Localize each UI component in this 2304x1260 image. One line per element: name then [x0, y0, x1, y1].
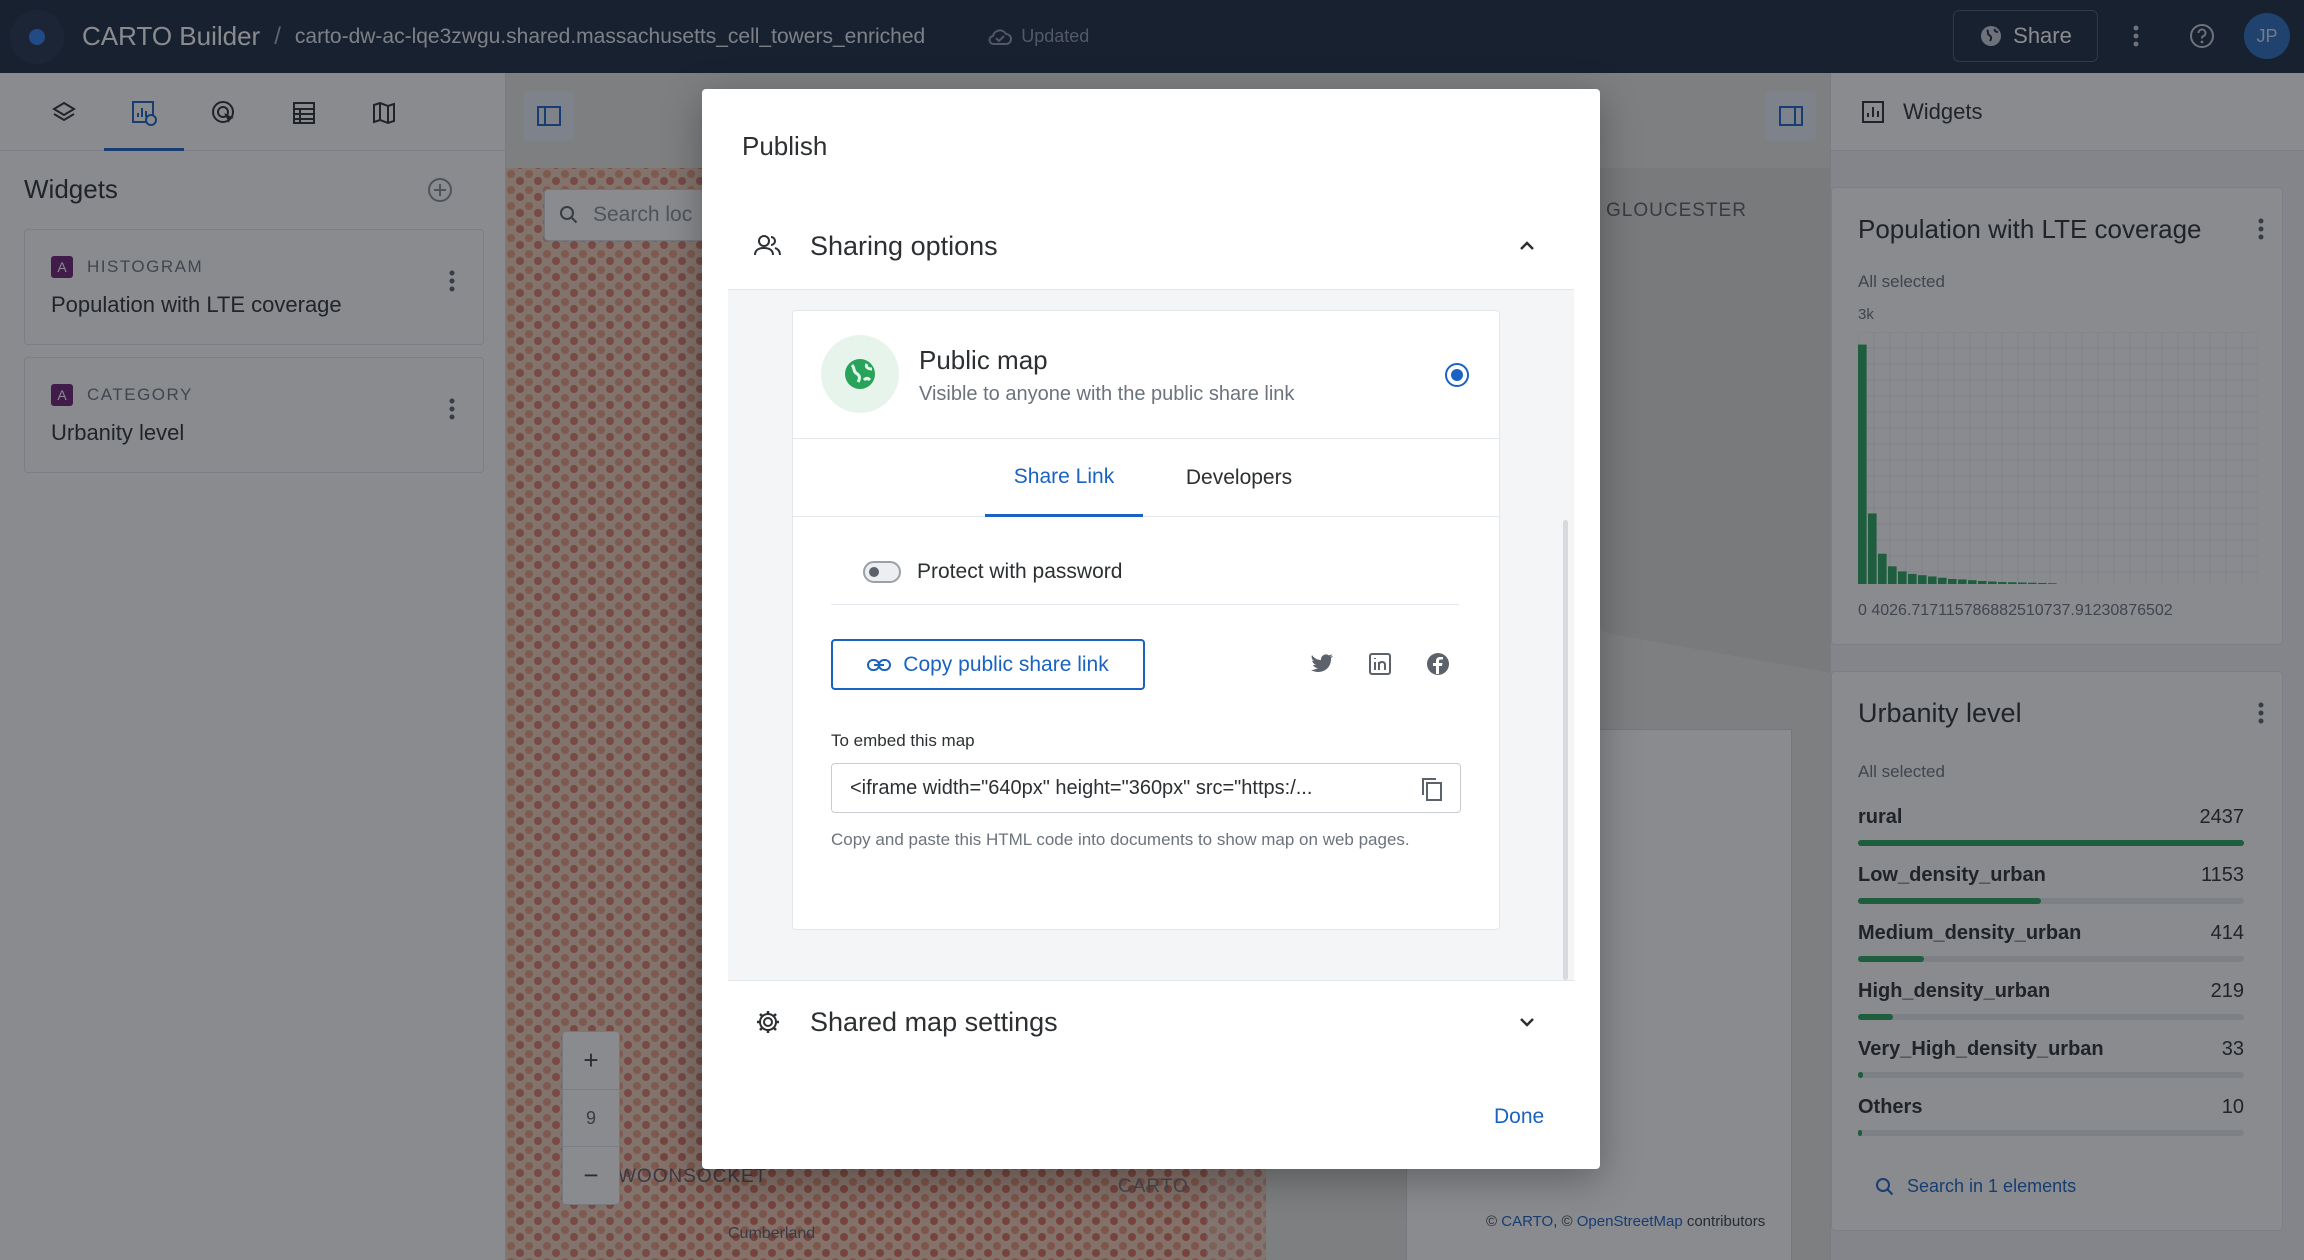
copy-share-link-button[interactable]: Copy public share link [831, 639, 1145, 690]
embed-code-field[interactable]: <iframe width="640px" height="360px" src… [831, 763, 1461, 813]
publish-dialog: Publish Sharing options Public map Visib… [702, 89, 1600, 1169]
facebook-icon[interactable] [1425, 651, 1451, 677]
protect-password-toggle[interactable] [863, 560, 901, 583]
shared-map-settings-header[interactable]: Shared map settings [728, 983, 1574, 1061]
protect-password-label: Protect with password [917, 559, 1123, 583]
public-map-radio[interactable] [1445, 363, 1469, 387]
protect-password-row: Protect with password [831, 549, 1459, 605]
public-map-description: Visible to anyone with the public share … [919, 383, 1295, 405]
public-map-option[interactable]: Public map Visible to anyone with the pu… [793, 311, 1499, 439]
public-map-card: Public map Visible to anyone with the pu… [792, 310, 1500, 930]
users-icon [752, 230, 784, 262]
sharing-options-header[interactable]: Sharing options [728, 207, 1574, 285]
embed-label: To embed this map [831, 731, 975, 750]
gear-icon [752, 1006, 784, 1038]
sharing-options-body: Public map Visible to anyone with the pu… [728, 289, 1574, 981]
embed-code-text: <iframe width="640px" height="360px" src… [850, 776, 1313, 799]
sharing-options-label: Sharing options [810, 230, 998, 261]
chevron-up-icon [1514, 233, 1540, 259]
public-map-title: Public map [919, 345, 1048, 375]
embed-help-text: Copy and paste this HTML code into docum… [831, 830, 1410, 849]
tab-developers[interactable]: Developers [1169, 439, 1309, 517]
dialog-title: Publish [742, 131, 828, 161]
tab-share-link[interactable]: Share Link [985, 439, 1143, 517]
share-tabs: Share Link Developers [793, 439, 1499, 517]
globe-icon [821, 335, 899, 413]
scrollbar[interactable] [1563, 520, 1568, 980]
shared-map-settings-label: Shared map settings [810, 1006, 1058, 1037]
copy-share-link-label: Copy public share link [903, 652, 1109, 676]
twitter-icon[interactable] [1309, 651, 1335, 677]
linkedin-icon[interactable] [1367, 651, 1393, 677]
done-button[interactable]: Done [1494, 1105, 1544, 1129]
copy-icon[interactable] [1420, 776, 1446, 802]
link-icon [867, 658, 892, 671]
chevron-down-icon [1514, 1009, 1540, 1035]
